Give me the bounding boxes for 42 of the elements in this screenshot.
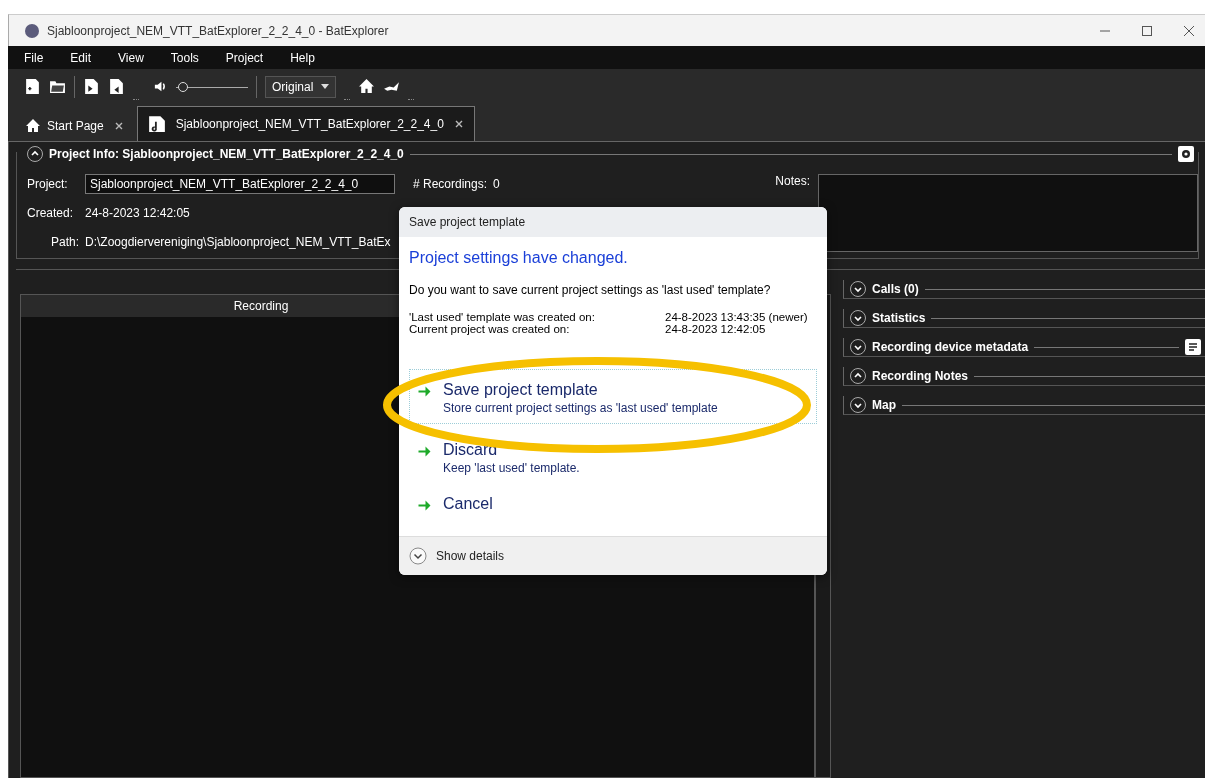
tab-label: Sjabloonproject_NEM_VTT_BatExplorer_2_2_4_0 [175, 117, 444, 131]
window-title: Sjabloonproject_NEM_VTT_BatExplorer_2_2_4_0 - BatExplorer [47, 23, 389, 38]
info-value: 24-8-2023 12:42:05 [665, 323, 766, 335]
info-label: 'Last used' template was created on: [409, 311, 596, 323]
info-label: Current project was created on: [409, 323, 571, 335]
section-title[interactable]: Recording device metadata [872, 340, 1029, 354]
section-title[interactable]: Calls (0) [872, 282, 919, 296]
project-name-field[interactable]: Sjabloonproject_NEM_VTT_BatExplorer_2_2_4_0 [85, 174, 395, 194]
created-value: 24-8-2023 12:42:05 [85, 206, 190, 220]
recordings-label: # Recordings: [413, 177, 488, 191]
project-label: Project: [27, 177, 69, 191]
command-link[interactable]: Cancel [409, 492, 817, 516]
recordings-count: 0 [493, 177, 500, 191]
command-title: Save project template [443, 381, 599, 399]
section-title[interactable]: Map [872, 398, 896, 412]
show-details-button[interactable]: Show details [409, 547, 505, 565]
menu-item[interactable]: Project [225, 50, 264, 65]
dialog-question: Do you want to save current project settings as 'last used' template? [409, 283, 772, 297]
menu-item[interactable]: Tools [170, 50, 199, 65]
menu-item[interactable]: Help [290, 50, 315, 65]
menu-item[interactable]: Edit [70, 50, 92, 65]
section-title[interactable]: Recording Notes [872, 369, 968, 383]
dialog-heading: Project settings have changed. [409, 249, 629, 267]
dialog-title: Save project template [399, 207, 827, 237]
command-description: Keep 'last used' template. [443, 461, 580, 475]
command-link[interactable]: Discard Keep 'last used' template. [409, 438, 817, 478]
document-tab[interactable]: Sjabloonproject_NEM_VTT_BatExplorer_2_2_4_0 [136, 106, 475, 141]
view-mode-dropdown[interactable]: Original [265, 75, 337, 98]
command-title: Cancel [443, 495, 493, 513]
path-value: D:\Zoogdiervereniging\Sjabloonproject_NEM_VTT_BatEx [85, 235, 391, 249]
panel-title: Project Info: Sjabloonproject_NEM_VTT_BatExplorer_2_2_4_0 [49, 147, 404, 161]
path-label: Path: [49, 235, 80, 249]
menu-item[interactable]: View [118, 50, 144, 65]
notes-label: Notes: [775, 174, 810, 188]
info-value: 24-8-2023 13:43:35 (newer) [665, 311, 808, 323]
command-link[interactable]: Save project template Store current project settings as 'last used' template [409, 369, 817, 424]
tab-label: Start Page [47, 119, 104, 133]
section-title[interactable]: Statistics [872, 311, 926, 325]
command-description: Store current project settings as 'last used' template [443, 401, 718, 415]
created-label: Created: [27, 206, 75, 220]
menu-item[interactable]: File [24, 50, 44, 65]
command-title: Discard [443, 441, 499, 459]
